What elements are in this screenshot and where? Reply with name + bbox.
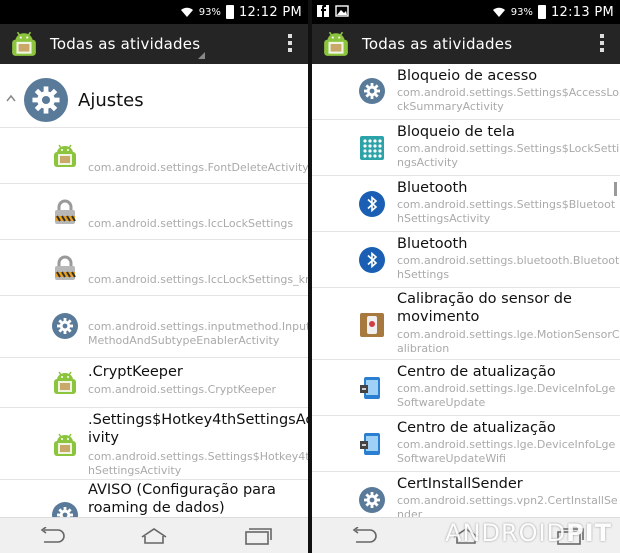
activity-label: .CryptKeeper (88, 364, 183, 380)
activity-class-name: com.android.settings.lge.MotionSensorCal… (397, 328, 620, 355)
activity-class-name-cont: hSettingsActivity (88, 464, 182, 477)
clock: 12:12 PM (238, 4, 302, 20)
overflow-menu-icon[interactable] (288, 34, 292, 55)
activity-class-name-cont: MethodAndSubtypeEnablerActivity (88, 334, 280, 347)
action-bar: Todas as atividades (312, 24, 620, 64)
group-header-ajustes[interactable]: Ajustes (0, 64, 308, 128)
activity-class-name: com.android.settings.IccLockSettings (88, 217, 294, 230)
update-center-icon (359, 431, 385, 457)
android-robot-icon (52, 370, 78, 396)
status-bar: 93% 12:12 PM (0, 0, 308, 24)
image-icon (335, 5, 349, 17)
activity-class-name: com.android.settings.inputmethod.Input (88, 320, 308, 333)
activity-label: Bluetooth (397, 236, 468, 252)
list-item[interactable]: Centro de atualização com.android.settin… (312, 360, 620, 416)
android-robot-icon[interactable] (10, 30, 38, 58)
overflow-menu-icon[interactable] (600, 34, 604, 55)
back-icon[interactable] (348, 526, 378, 545)
list-item[interactable]: Bluetooth com.android.settings.bluetooth… (312, 232, 620, 288)
list-item[interactable]: AVISO (Configuração para roaming de dado… (0, 480, 308, 517)
scrollbar[interactable] (614, 182, 617, 196)
gear-icon (24, 78, 68, 122)
bluetooth-icon (359, 247, 385, 273)
left-screen: 93% 12:12 PM Todas as atividades Ajustes… (0, 0, 308, 553)
dropdown-indicator-icon[interactable] (198, 52, 205, 59)
activity-list[interactable]: Ajustes com.android.settings.FontDeleteA… (0, 64, 308, 517)
activity-label: Calibração do sensor de movimento (397, 291, 572, 325)
list-item[interactable]: Bloqueio de tela com.android.settings.Se… (312, 120, 620, 176)
list-item[interactable]: Bloqueio de acesso com.android.settings.… (312, 64, 620, 120)
activity-class-name: com.android.settings.lge.DeviceInfoLgeSo… (397, 382, 616, 409)
update-center-icon (359, 375, 385, 401)
motion-sensor-icon (359, 312, 385, 338)
activity-label-cont: roaming de dados) (88, 500, 225, 516)
activity-class-name: com.android.settings.bluetooth.Bluetooth… (397, 254, 620, 281)
list-item[interactable]: com.android.settings.FontDeleteActivity (0, 128, 308, 184)
list-item[interactable]: CertInstallSender com.android.settings.v… (312, 472, 620, 517)
list-item[interactable]: Bluetooth com.android.settings.Settings$… (312, 176, 620, 232)
padlock-icon (52, 255, 78, 281)
android-robot-icon (52, 143, 78, 169)
battery-percent: 93% (510, 6, 533, 18)
battery-icon (225, 5, 234, 19)
bluetooth-icon (359, 191, 385, 217)
activity-class-name: com.android.settings.FontDeleteActivity (88, 161, 308, 174)
activity-label: Centro de atualização (397, 364, 556, 380)
list-item[interactable]: Centro de atualização com.android.settin… (312, 416, 620, 472)
activity-label: Bloqueio de tela (397, 124, 515, 140)
list-item[interactable]: com.android.settings.IccLockSettings_kr (0, 240, 308, 296)
watermark: ANDROIDPIT (445, 519, 612, 547)
activity-label: .Settings$Hotkey4thSettingsAct (88, 412, 308, 428)
battery-icon (537, 5, 546, 19)
activity-class-name: com.android.settings.IccLockSettings_kr (88, 273, 308, 286)
watermark-part-1: ANDROID (445, 519, 567, 547)
wifi-icon (180, 7, 193, 17)
wifi-icon (492, 7, 505, 17)
activity-class-name: com.android.settings.Settings$Hotkey4t (88, 450, 308, 463)
action-bar: Todas as atividades (0, 24, 308, 64)
lock-pattern-icon (359, 135, 385, 161)
gear-icon (359, 487, 385, 513)
android-robot-icon[interactable] (322, 30, 350, 58)
gear-icon (52, 313, 78, 339)
activity-filter-title[interactable]: Todas as atividades (362, 35, 512, 53)
notification-icons (316, 4, 349, 18)
activity-class-name: com.android.settings.Settings$LockSettin… (397, 142, 620, 169)
activity-class-name: com.android.settings.CryptKeeper (88, 383, 277, 396)
group-label: Ajustes (78, 90, 144, 111)
padlock-icon (52, 199, 78, 225)
home-icon[interactable] (139, 527, 169, 545)
chevron-up-icon[interactable] (6, 94, 16, 102)
activity-class-name: com.android.settings.lge.DeviceInfoLgeSo… (397, 438, 616, 465)
clock: 12:13 PM (550, 4, 614, 20)
activity-label: Bloqueio de acesso (397, 68, 538, 84)
gear-icon (359, 78, 385, 104)
activity-class-name: com.android.settings.Settings$BluetoothS… (397, 198, 616, 225)
activity-label: Bluetooth (397, 180, 468, 196)
list-item[interactable]: Calibração do sensor de movimento com.an… (312, 288, 620, 360)
right-screen: 93% 12:13 PM Todas as atividades Bloquei… (312, 0, 620, 553)
watermark-part-2: PIT (566, 519, 612, 547)
battery-percent: 93% (198, 6, 221, 18)
activity-label-cont: ivity (88, 430, 119, 446)
recent-apps-icon[interactable] (242, 527, 272, 545)
status-bar: 93% 12:13 PM (312, 0, 620, 24)
list-item[interactable]: com.android.settings.IccLockSettings (0, 184, 308, 240)
activity-list[interactable]: Bloqueio de acesso com.android.settings.… (312, 64, 620, 517)
android-robot-icon (52, 432, 78, 458)
list-item[interactable]: .CryptKeeper com.android.settings.CryptK… (0, 358, 308, 408)
activity-label: Centro de atualização (397, 420, 556, 436)
list-item[interactable]: com.android.settings.inputmethod.Input M… (0, 296, 308, 358)
activity-class-name: com.android.settings.vpn2.CertInstallSen… (397, 494, 618, 517)
activity-class-name: com.android.settings.Settings$AccessLock… (397, 86, 620, 113)
facebook-icon (317, 5, 329, 17)
activity-filter-title[interactable]: Todas as atividades (50, 35, 200, 53)
gear-icon (52, 502, 78, 517)
list-item[interactable]: .Settings$Hotkey4thSettingsAct ivity com… (0, 408, 308, 480)
activity-label: AVISO (Configuração para (88, 482, 276, 498)
back-icon[interactable] (36, 526, 66, 545)
activity-label: CertInstallSender (397, 476, 523, 492)
navigation-bar (0, 517, 308, 553)
